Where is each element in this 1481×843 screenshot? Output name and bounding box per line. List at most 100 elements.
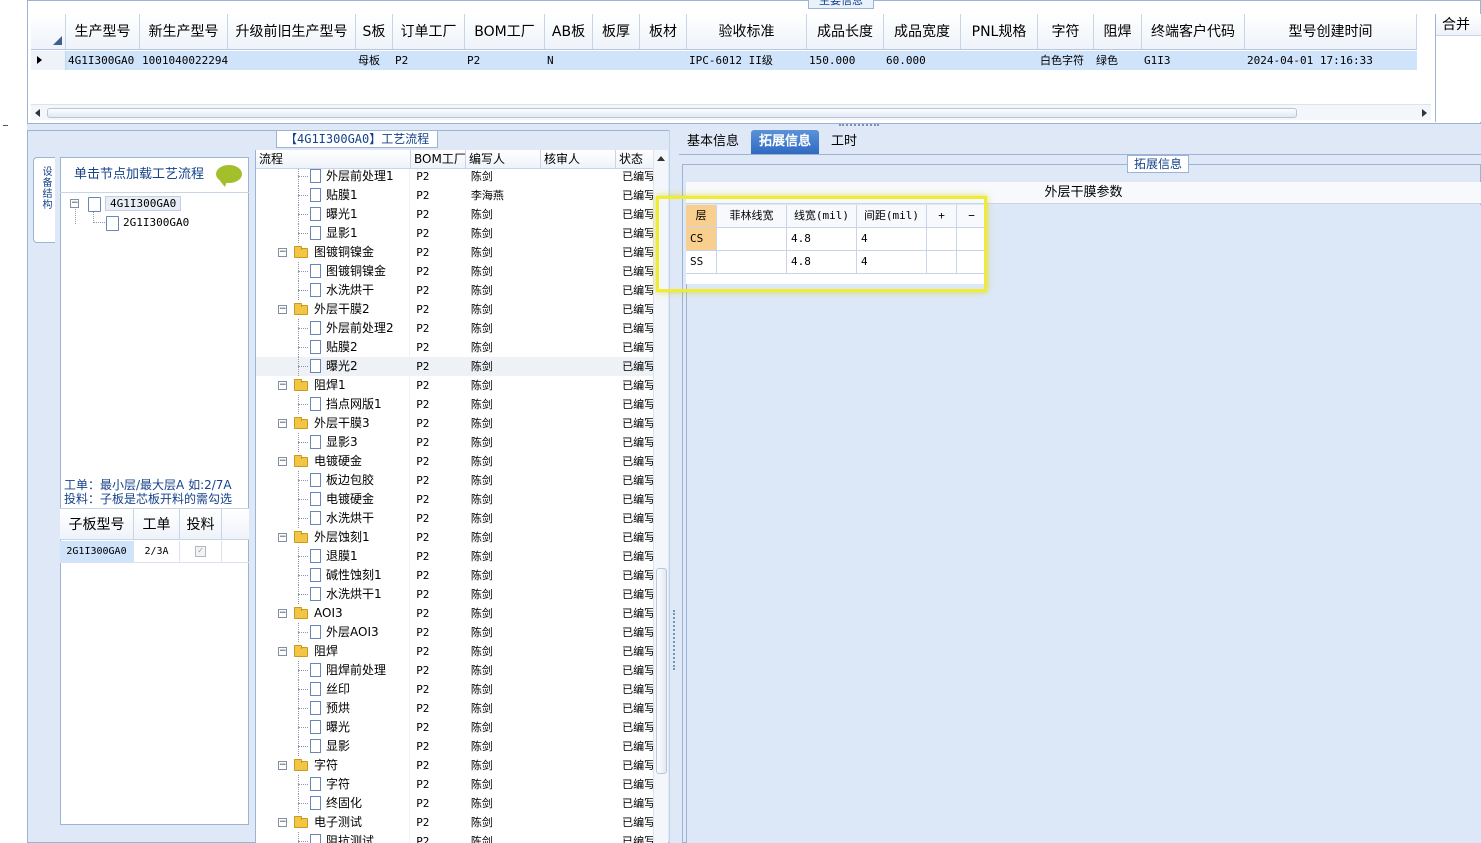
status-cell[interactable]: 已编写: [614, 756, 654, 775]
bom-factory-cell[interactable]: P2: [410, 547, 465, 566]
process-row[interactable]: − 阻焊1 P2 陈剑 已编写: [256, 376, 654, 395]
process-row[interactable]: − 外层干膜2 P2 陈剑 已编写: [256, 300, 654, 319]
checker-cell[interactable]: [540, 737, 615, 756]
main-cell[interactable]: 60.000: [884, 51, 961, 70]
collapse-icon[interactable]: −: [278, 248, 287, 257]
sub-board-col-model[interactable]: 子板型号: [60, 509, 134, 539]
checker-cell[interactable]: [540, 395, 615, 414]
col-status[interactable]: 状态: [616, 150, 656, 168]
param-spacing[interactable]: 4: [857, 228, 927, 251]
writer-cell[interactable]: 陈剑: [465, 623, 540, 642]
main-col-header[interactable]: 订单工厂: [393, 14, 465, 49]
process-row[interactable]: 显影 P2 陈剑 已编写: [256, 737, 654, 756]
status-cell[interactable]: 已编写: [614, 642, 654, 661]
tree-collapse-icon[interactable]: −: [70, 199, 79, 208]
checker-cell[interactable]: [540, 661, 615, 680]
process-name-cell[interactable]: − 阻焊1: [256, 376, 411, 395]
writer-cell[interactable]: 陈剑: [465, 566, 540, 585]
checker-cell[interactable]: [540, 699, 615, 718]
scroll-left-icon[interactable]: [35, 109, 40, 117]
bom-factory-cell[interactable]: P2: [410, 224, 465, 243]
process-name-cell[interactable]: 电镀硬金: [256, 490, 411, 509]
process-name-cell[interactable]: 曝光1: [256, 205, 411, 224]
process-row[interactable]: 板边包胶 P2 陈剑 已编写: [256, 471, 654, 490]
process-name-cell[interactable]: 阻焊前处理: [256, 661, 411, 680]
bom-factory-cell[interactable]: P2: [410, 832, 465, 843]
checker-cell[interactable]: [540, 224, 615, 243]
writer-cell[interactable]: 陈剑: [465, 585, 540, 604]
process-row[interactable]: 曝光2 P2 陈剑 已编写: [256, 357, 654, 376]
status-cell[interactable]: 已编写: [614, 623, 654, 642]
bom-factory-cell[interactable]: P2: [410, 718, 465, 737]
status-cell[interactable]: 已编写: [614, 737, 654, 756]
writer-cell[interactable]: 陈剑: [465, 832, 540, 843]
status-cell[interactable]: 已编写: [614, 699, 654, 718]
main-cell[interactable]: 白色字符: [1038, 51, 1094, 70]
process-name-cell[interactable]: 板边包胶: [256, 471, 411, 490]
bom-factory-cell[interactable]: P2: [410, 566, 465, 585]
process-name-cell[interactable]: 外层AOI3: [256, 623, 411, 642]
param-layer[interactable]: SS: [686, 251, 717, 274]
collapse-icon[interactable]: −: [278, 419, 287, 428]
bom-factory-cell[interactable]: P2: [410, 338, 465, 357]
process-row[interactable]: 碱性蚀刻1 P2 陈剑 已编写: [256, 566, 654, 585]
process-name-cell[interactable]: − 电镀硬金: [256, 452, 411, 471]
writer-cell[interactable]: 陈剑: [465, 300, 540, 319]
main-horizontal-scrollbar[interactable]: [31, 104, 1431, 120]
status-cell[interactable]: 已编写: [614, 585, 654, 604]
writer-cell[interactable]: 陈剑: [465, 604, 540, 623]
writer-cell[interactable]: 陈剑: [465, 661, 540, 680]
process-row[interactable]: 阻焊前处理 P2 陈剑 已编写: [256, 661, 654, 680]
status-cell[interactable]: 已编写: [614, 414, 654, 433]
process-row[interactable]: 外层AOI3 P2 陈剑 已编写: [256, 623, 654, 642]
writer-cell[interactable]: 陈剑: [465, 338, 540, 357]
bom-factory-cell[interactable]: P2: [410, 281, 465, 300]
status-cell[interactable]: 已编写: [614, 547, 654, 566]
process-row[interactable]: 字符 P2 陈剑 已编写: [256, 775, 654, 794]
main-col-header[interactable]: 验收标准: [687, 14, 807, 49]
checker-cell[interactable]: [540, 205, 615, 224]
collapse-icon[interactable]: −: [278, 761, 287, 770]
writer-cell[interactable]: 陈剑: [465, 433, 540, 452]
main-cell[interactable]: 150.000: [807, 51, 884, 70]
status-cell[interactable]: 已编写: [614, 300, 654, 319]
param-row[interactable]: SS 4.8 4: [686, 251, 987, 274]
main-cell[interactable]: [640, 51, 687, 70]
col-process[interactable]: 流程: [256, 150, 411, 168]
writer-cell[interactable]: 李海燕: [465, 186, 540, 205]
bom-factory-cell[interactable]: P2: [410, 680, 465, 699]
process-name-cell[interactable]: 外层前处理1: [256, 167, 411, 186]
process-row[interactable]: 显影1 P2 陈剑 已编写: [256, 224, 654, 243]
process-name-cell[interactable]: 显影3: [256, 433, 411, 452]
process-row[interactable]: − AOI3 P2 陈剑 已编写: [256, 604, 654, 623]
writer-cell[interactable]: 陈剑: [465, 395, 540, 414]
process-row[interactable]: − 阻焊 P2 陈剑 已编写: [256, 642, 654, 661]
process-vertical-scrollbar[interactable]: [653, 150, 668, 843]
process-row[interactable]: − 图镀铜镍金 P2 陈剑 已编写: [256, 243, 654, 262]
param-line-width[interactable]: 4.8: [787, 228, 857, 251]
sub-board-row[interactable]: 2G1I300GA0 2/3A ✓: [60, 541, 249, 563]
main-cell[interactable]: [961, 51, 1038, 70]
checker-cell[interactable]: [540, 623, 615, 642]
main-cell[interactable]: 2024-04-01 17:16:33: [1245, 51, 1417, 70]
process-row[interactable]: 外层前处理1 P2 陈剑 已编写: [256, 167, 654, 186]
writer-cell[interactable]: 陈剑: [465, 471, 540, 490]
bom-factory-cell[interactable]: P2: [410, 452, 465, 471]
main-cell[interactable]: 母板: [356, 51, 393, 70]
process-row[interactable]: 水洗烘干 P2 陈剑 已编写: [256, 281, 654, 300]
bom-factory-cell[interactable]: P2: [410, 775, 465, 794]
writer-cell[interactable]: 陈剑: [465, 205, 540, 224]
status-cell[interactable]: 已编写: [614, 471, 654, 490]
process-row[interactable]: 贴膜2 P2 陈剑 已编写: [256, 338, 654, 357]
main-cell[interactable]: 10010400222941: [140, 51, 228, 70]
writer-cell[interactable]: 陈剑: [465, 167, 540, 186]
bom-factory-cell[interactable]: P2: [410, 585, 465, 604]
sub-board-col-order[interactable]: 工单: [134, 509, 180, 539]
bom-factory-cell[interactable]: P2: [410, 604, 465, 623]
status-cell[interactable]: 已编写: [614, 718, 654, 737]
main-col-header[interactable]: AB板: [545, 14, 593, 49]
bom-factory-cell[interactable]: P2: [410, 167, 465, 186]
checker-cell[interactable]: [540, 471, 615, 490]
checker-cell[interactable]: [540, 433, 615, 452]
bom-factory-cell[interactable]: P2: [410, 357, 465, 376]
